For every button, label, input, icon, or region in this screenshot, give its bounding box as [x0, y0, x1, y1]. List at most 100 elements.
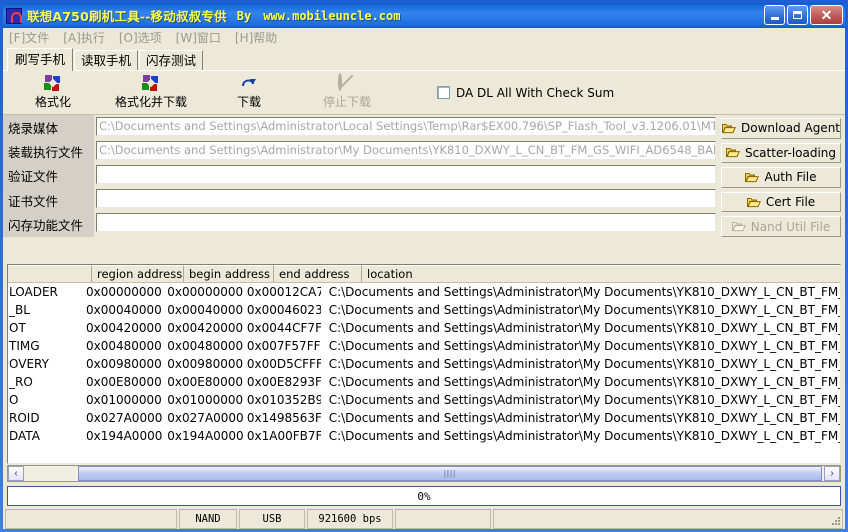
minimize-button[interactable] [764, 5, 785, 25]
download-agent-button[interactable]: Download Agent [721, 118, 841, 139]
table-header-row: region address begin address end address… [8, 265, 840, 283]
menu-item-help[interactable]: [H]帮助 [235, 29, 277, 46]
scrollbar-track[interactable]: |||| [24, 466, 824, 481]
menu-item-window[interactable]: [W]窗口 [176, 29, 221, 46]
label-load-exec-file: 装载执行文件 [8, 145, 84, 161]
input-cert-file[interactable] [95, 189, 717, 208]
table-row[interactable]: O 0x01000000 0x01000000 0x010352B9 C:\Do… [8, 391, 840, 409]
folder-open-icon [725, 147, 740, 158]
window-title: 联想A750刷机工具--移动叔叔专供 [27, 9, 227, 24]
cell-end: 0x0044CF7F [246, 321, 321, 335]
toolbar-format-download-label: 格式化并下载 [114, 95, 187, 109]
file-field-labels: 烧录媒体 装载执行文件 验证文件 证书文件 闪存功能文件 [3, 115, 94, 237]
cell-region: 0x00980000 [85, 357, 162, 371]
cert-file-label: Cert File [765, 195, 816, 210]
title-bar: 联想A750刷机工具--移动叔叔专供 By www.mobileuncle.co… [3, 3, 845, 28]
table-row[interactable]: LOADER 0x00000000 0x00000000 0x00012CA7 … [8, 283, 840, 301]
cell-name: _BL [9, 303, 30, 317]
partition-table[interactable]: region address begin address end address… [7, 264, 841, 464]
tab-flash-phone[interactable]: 刷写手机 [7, 48, 74, 71]
column-header-begin-address[interactable]: begin address [184, 265, 274, 282]
cell-name: ROID [9, 411, 40, 425]
toolbar-format-button[interactable]: 格式化 [11, 72, 95, 114]
cell-region: 0x00420000 [85, 321, 162, 335]
input-burn-media[interactable]: C:\Documents and Settings\Administrator\… [95, 117, 717, 136]
status-cell-empty-3 [493, 509, 843, 529]
maximize-button[interactable] [787, 5, 808, 25]
cell-region: 0x194A0000 [85, 429, 163, 443]
menu-item-options[interactable]: [O]选项 [119, 29, 162, 46]
scrollbar-thumb[interactable]: |||| [78, 466, 822, 481]
close-button[interactable]: ✕ [810, 5, 843, 25]
cert-file-button[interactable]: Cert File [721, 191, 841, 213]
tab-flash-test[interactable]: 闪存测试 [139, 50, 204, 71]
column-header-end-address[interactable]: end address [274, 265, 362, 282]
cell-begin: 0x194A0000 [167, 429, 243, 443]
cell-end: 0x00D5CFFF [246, 357, 321, 371]
cell-location: C:\Documents and Settings\Administrator\… [328, 375, 840, 389]
cell-region: 0x00040000 [85, 303, 162, 317]
folder-open-icon [746, 197, 761, 208]
maximize-icon [793, 11, 802, 19]
menu-item-action[interactable]: [A]执行 [63, 29, 105, 46]
stop-circle-icon [338, 73, 356, 92]
cell-name: _RO [9, 375, 33, 389]
file-fields-panel: 烧录媒体 装载执行文件 验证文件 证书文件 闪存功能文件 C:\Document… [3, 115, 845, 237]
input-load-exec-file[interactable]: C:\Documents and Settings\Administrator\… [95, 141, 717, 160]
auth-file-button[interactable]: Auth File [721, 167, 841, 188]
folder-open-icon [731, 221, 746, 232]
toolbar-format-label: 格式化 [34, 95, 71, 109]
label-cert-file: 证书文件 [8, 193, 59, 209]
table-row[interactable]: _BL 0x00040000 0x00040000 0x00046023 C:\… [8, 301, 840, 319]
cell-begin: 0x00980000 [167, 357, 243, 371]
cell-begin: 0x027A0000 [167, 411, 243, 425]
download-agent-label: Download Agent [741, 121, 840, 136]
caption-buttons: ✕ [764, 5, 843, 25]
table-row[interactable]: TIMG 0x00480000 0x00480000 0x007F57FF C:… [8, 337, 840, 355]
cell-name: DATA [9, 429, 40, 443]
cell-begin: 0x00420000 [167, 321, 243, 335]
table-body: LOADER 0x00000000 0x00000000 0x00012CA7 … [8, 283, 840, 445]
column-header-location[interactable]: location [362, 265, 840, 282]
close-icon: ✕ [820, 7, 833, 23]
cell-location: C:\Documents and Settings\Administrator\… [328, 285, 840, 299]
cell-location: C:\Documents and Settings\Administrator\… [328, 429, 840, 443]
cell-begin: 0x01000000 [167, 393, 243, 407]
progress-label: 0% [417, 489, 431, 503]
cell-region: 0x01000000 [85, 393, 162, 407]
horizontal-scrollbar[interactable]: ‹ |||| › [7, 465, 841, 482]
input-nand-util-file[interactable] [95, 213, 717, 232]
table-row[interactable]: ROID 0x027A0000 0x027A0000 0x1498563F C:… [8, 409, 840, 427]
scrollbar-grip-icon: |||| [443, 469, 457, 478]
table-row[interactable]: _RO 0x00E80000 0x00E80000 0x00E8293F C:\… [8, 373, 840, 391]
toolbar-stop-download-button: 停止下载 [291, 72, 403, 114]
cell-location: C:\Documents and Settings\Administrator\… [328, 393, 840, 407]
input-auth-file[interactable] [95, 165, 717, 184]
scroll-right-arrow-icon[interactable]: › [824, 466, 840, 481]
status-cell-nand: NAND [179, 509, 237, 529]
column-header-name[interactable] [8, 265, 92, 282]
folder-open-icon [722, 123, 736, 134]
column-header-region-address[interactable]: region address [92, 265, 184, 282]
toolbar: 格式化 格式化并下载 下载 停止下载 DA DL All With Check … [3, 71, 845, 115]
cell-end: 0x00E8293F [246, 375, 321, 389]
cell-location: C:\Documents and Settings\Administrator\… [328, 357, 840, 371]
scroll-left-arrow-icon[interactable]: ‹ [8, 466, 24, 481]
tab-read-phone[interactable]: 读取手机 [74, 50, 139, 71]
app-logo-icon [6, 7, 22, 24]
toolbar-download-button[interactable]: 下载 [207, 72, 291, 114]
table-row[interactable]: OVERY 0x00980000 0x00980000 0x00D5CFFF C… [8, 355, 840, 373]
nand-util-file-button: Nand Util File [721, 216, 841, 237]
file-field-inputs: C:\Documents and Settings\Administrator\… [94, 115, 718, 237]
table-row[interactable]: DATA 0x194A0000 0x194A0000 0x1A00FB7F C:… [8, 427, 840, 445]
scatter-loading-button[interactable]: Scatter-loading [721, 142, 841, 164]
toolbar-format-download-button[interactable]: 格式化并下载 [95, 72, 207, 114]
scatter-loading-label: Scatter-loading [744, 145, 837, 160]
table-row[interactable]: OT 0x00420000 0x00420000 0x0044CF7F C:\D… [8, 319, 840, 337]
status-cell-usb: USB [239, 509, 305, 529]
cell-region: 0x00E80000 [85, 375, 162, 389]
menu-item-file[interactable]: [F]文件 [9, 29, 49, 46]
resize-grip-icon[interactable] [830, 515, 842, 527]
da-dl-checksum-checkbox[interactable]: DA DL All With Check Sum [437, 86, 614, 100]
cell-name: OT [9, 321, 26, 335]
